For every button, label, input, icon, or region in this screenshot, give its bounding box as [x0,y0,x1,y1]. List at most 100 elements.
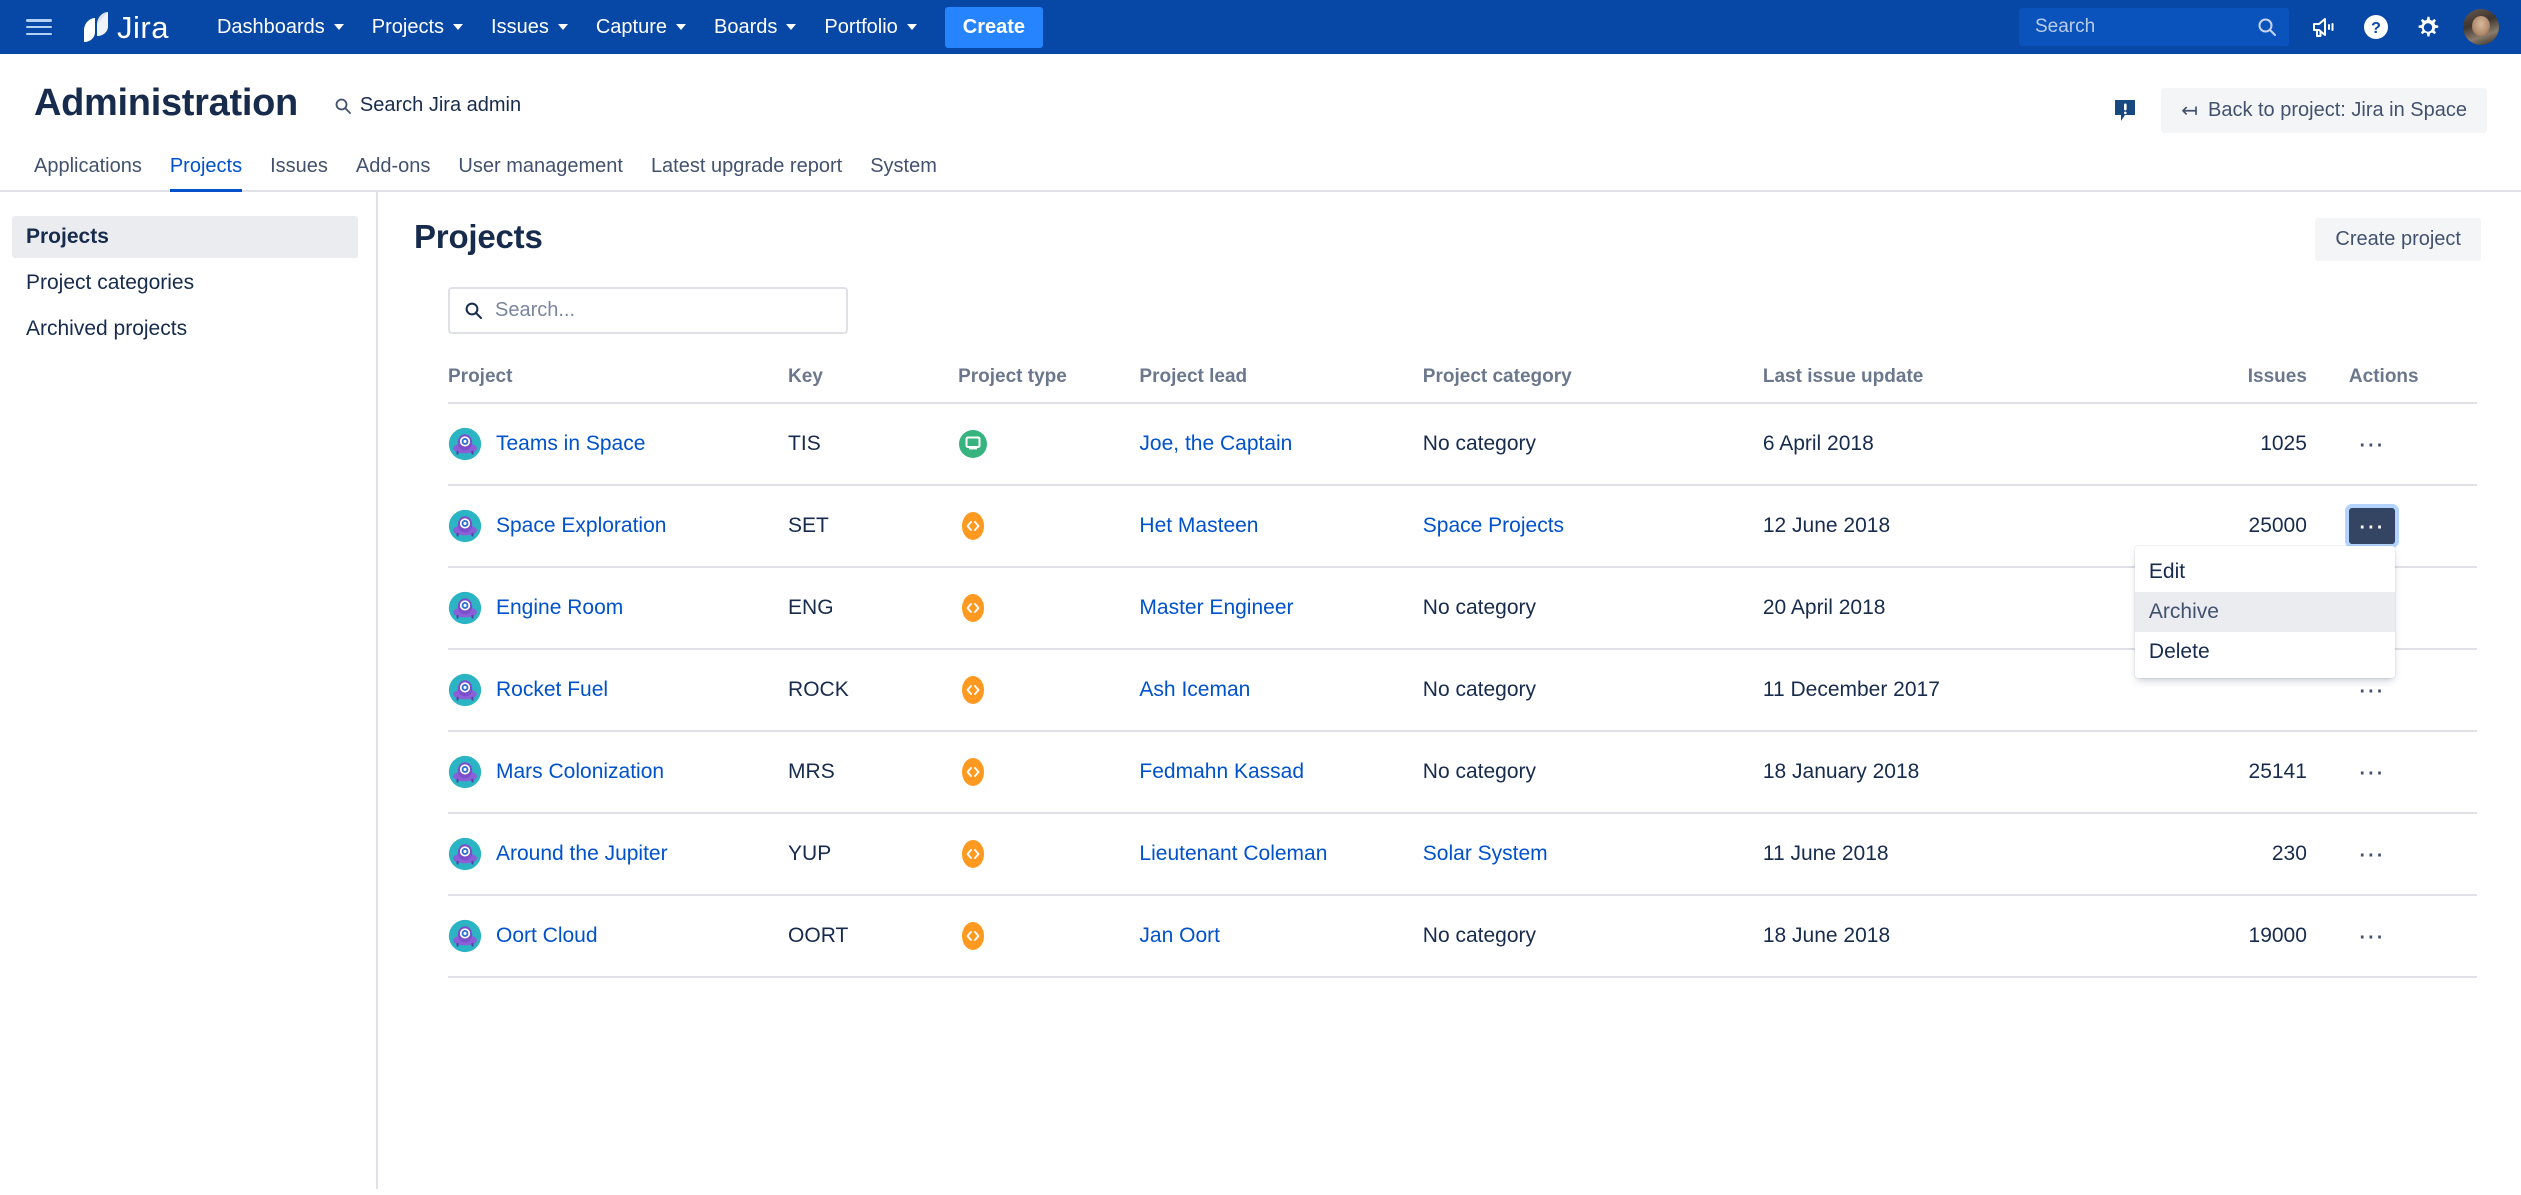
cell-issues: 25141 [2125,731,2307,814]
nav-item-boards[interactable]: Boards [700,8,810,47]
dropdown-item-delete[interactable]: Delete [2135,632,2395,672]
project-name-link[interactable]: Oort Cloud [496,924,598,948]
search-row: Search... [414,287,2481,334]
primary-nav-items: Dashboards Projects Issues Capture Board… [203,6,1044,48]
top-navigation-bar: Jira Dashboards Projects Issues Capture … [0,0,2521,54]
cell-issues: 19000 [2125,895,2307,978]
column-header-last-issue-update: Last issue update [1762,366,2126,404]
cell-project-lead: Fedmahn Kassad [1139,731,1423,814]
cell-issues: 1025 [2125,403,2307,486]
hamburger-menu-icon[interactable] [26,17,52,37]
project-name-link[interactable]: Engine Room [496,596,623,620]
cell-last-issue-update: 11 December 2017 [1762,649,2126,732]
cell-last-issue-update: 12 June 2018 [1762,485,2126,568]
project-name-link[interactable]: Mars Colonization [496,760,664,784]
project-lead-link[interactable]: Joe, the Captain [1139,432,1292,455]
help-icon[interactable]: ? [2359,10,2393,44]
project-lead-link[interactable]: Fedmahn Kassad [1139,760,1304,783]
tab-latest-upgrade-report[interactable]: Latest upgrade report [637,155,856,190]
nav-item-dashboards[interactable]: Dashboards [203,8,358,47]
create-button[interactable]: Create [944,6,1044,48]
dropdown-item-edit[interactable]: Edit [2135,552,2395,592]
row-actions-button[interactable]: ⋯ [2349,754,2395,790]
global-search-input[interactable]: Search [2019,8,2289,46]
cell-project: Oort Cloud [448,895,789,978]
dropdown-item-archive[interactable]: Archive [2134,592,2395,632]
page-title-administration: Administration [34,82,298,124]
sidebar-item-project-categories[interactable]: Project categories [12,262,358,304]
administration-header: Administration Search Jira admin ↤ Back … [0,54,2521,133]
cell-project-category: No category [1422,649,1763,732]
megaphone-icon[interactable] [2307,10,2341,44]
user-avatar[interactable] [2463,9,2499,45]
cell-key: SET [788,485,959,568]
project-avatar-icon [448,509,482,543]
row-actions-button[interactable]: ⋯ [2349,918,2395,954]
cell-project-category: No category [1422,731,1763,814]
projects-table-wrapper: Project Key Project type Project lead Pr… [414,366,2481,978]
back-to-project-button[interactable]: ↤ Back to project: Jira in Space [2161,88,2487,133]
admin-search-link[interactable]: Search Jira admin [334,94,521,117]
project-lead-link[interactable]: Master Engineer [1139,596,1293,619]
row-actions-button[interactable]: ⋯ [2349,426,2395,462]
project-name-link[interactable]: Space Exploration [496,514,666,538]
cell-project-lead: Master Engineer [1139,567,1423,650]
settings-gear-icon[interactable] [2411,10,2445,44]
nav-item-capture[interactable]: Capture [582,8,700,47]
project-category-link[interactable]: Space Projects [1423,514,1564,537]
search-icon [335,98,351,114]
cell-project-type [958,567,1140,650]
project-category-text: No category [1422,678,1537,701]
business-project-icon [959,430,988,458]
tab-system[interactable]: System [856,155,951,190]
project-lead-link[interactable]: Lieutenant Coleman [1139,842,1327,865]
project-search-input[interactable]: Search... [448,287,848,334]
nav-item-portfolio[interactable]: Portfolio [810,8,930,47]
actions-dropdown-menu: Edit Archive Delete [2134,546,2395,678]
project-avatar-icon [448,919,482,953]
admin-sidebar: Projects Project categories Archived pro… [0,192,378,1189]
project-name-link[interactable]: Around the Jupiter [496,842,668,866]
jira-logo[interactable]: Jira [78,10,169,44]
sidebar-item-archived-projects[interactable]: Archived projects [12,308,358,350]
cell-actions: ⋯ [2306,403,2477,486]
cell-last-issue-update: 18 June 2018 [1762,895,2126,978]
tab-projects[interactable]: Projects [156,155,256,192]
project-category-text: No category [1422,924,1537,947]
alert-bubble-icon[interactable] [2113,98,2139,124]
software-project-icon [962,594,985,622]
search-icon [2258,18,2276,36]
row-actions-button[interactable]: ⋯ [2349,836,2395,872]
project-avatar-icon [448,755,482,789]
sidebar-item-projects[interactable]: Projects [12,216,358,258]
chevron-down-icon [333,24,344,30]
nav-item-issues[interactable]: Issues [477,8,582,47]
project-lead-link[interactable]: Ash Iceman [1139,678,1250,701]
cell-last-issue-update: 20 April 2018 [1762,567,2126,650]
cell-project: Engine Room [448,567,789,650]
project-name-link[interactable]: Rocket Fuel [496,678,608,702]
global-search-placeholder: Search [2035,16,2096,37]
cell-project-type [958,403,1140,486]
jira-logo-mark [84,12,108,42]
cell-project-category: Solar System [1422,813,1763,896]
tab-applications[interactable]: Applications [34,155,156,190]
project-category-link[interactable]: Solar System [1423,842,1548,865]
jira-wordmark: Jira [117,9,169,45]
tab-add-ons[interactable]: Add-ons [342,155,445,190]
cell-key: ENG [788,567,959,650]
nav-item-projects[interactable]: Projects [358,8,477,47]
header-right-cluster: ↤ Back to project: Jira in Space [2113,88,2487,133]
tab-issues[interactable]: Issues [256,155,342,190]
table-row: Mars Colonization MRS Fedmahn Kassad No … [448,731,2477,814]
project-lead-link[interactable]: Het Masteen [1139,514,1258,537]
main-layout: Projects Project categories Archived pro… [0,192,2521,1189]
row-actions-button[interactable]: ⋯ [2348,508,2395,544]
column-header-project: Project [448,366,789,404]
tab-user-management[interactable]: User management [444,155,637,190]
project-name-link[interactable]: Teams in Space [496,432,645,456]
cell-project-category: No category [1422,567,1763,650]
svg-text:?: ? [2371,20,2381,37]
project-lead-link[interactable]: Jan Oort [1139,924,1220,947]
create-project-button[interactable]: Create project [2315,218,2481,261]
